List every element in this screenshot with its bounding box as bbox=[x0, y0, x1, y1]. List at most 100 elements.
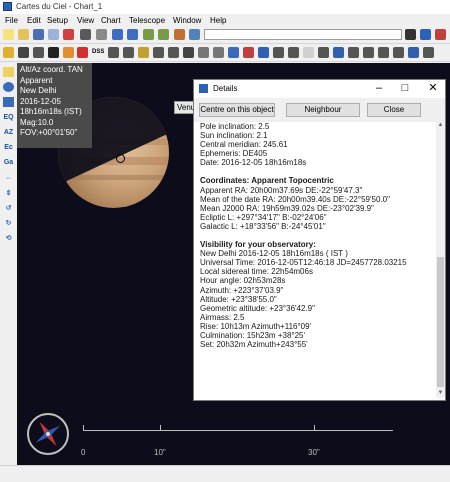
rotate-right-icon[interactable]: ↻ bbox=[3, 219, 14, 229]
flip-horizontal-icon[interactable]: ⇔ bbox=[3, 174, 14, 184]
label-icon[interactable] bbox=[108, 47, 119, 58]
nebula-icon[interactable] bbox=[63, 47, 74, 58]
rotate-icon[interactable] bbox=[189, 29, 200, 40]
scale-bar bbox=[83, 430, 393, 431]
gear-icon[interactable] bbox=[348, 47, 359, 58]
maximize-icon[interactable]: □ bbox=[396, 82, 414, 95]
details-line: Geometric altitude: +23°36'42.9" bbox=[200, 303, 315, 313]
menu-edit[interactable]: Edit bbox=[27, 16, 41, 25]
sun-icon[interactable] bbox=[63, 29, 74, 40]
compass-icon[interactable] bbox=[228, 47, 239, 58]
menu-window[interactable]: Window bbox=[173, 16, 201, 25]
alt-grid-icon[interactable] bbox=[213, 47, 224, 58]
night-icon[interactable] bbox=[393, 47, 404, 58]
save-icon[interactable] bbox=[33, 29, 44, 40]
alpha-icon[interactable] bbox=[333, 47, 344, 58]
details-line bbox=[200, 231, 430, 240]
flip-vertical-icon[interactable]: ⇕ bbox=[3, 189, 14, 199]
location-icon[interactable] bbox=[435, 29, 446, 40]
compass-rose-icon bbox=[27, 413, 69, 455]
horizon-icon[interactable] bbox=[243, 47, 254, 58]
measure-icon[interactable] bbox=[33, 47, 44, 58]
details-dialog: Details – □ ✕ Centre on this object Neig… bbox=[193, 79, 446, 401]
scroll-thumb[interactable] bbox=[437, 257, 444, 387]
redo-icon[interactable] bbox=[127, 29, 138, 40]
dialog-title: Details bbox=[213, 84, 238, 93]
ga-button[interactable]: Ga bbox=[3, 158, 14, 168]
close-icon[interactable]: ✕ bbox=[424, 82, 442, 95]
menu-file[interactable]: File bbox=[5, 16, 18, 25]
target-icon[interactable] bbox=[3, 97, 14, 107]
new-chart-icon[interactable] bbox=[3, 29, 14, 40]
milkyway-icon[interactable] bbox=[183, 47, 194, 58]
dialog-titlebar: Details – □ ✕ bbox=[194, 80, 445, 98]
details-line: Central meridian: 245.61 bbox=[200, 140, 288, 150]
center-object-button[interactable]: Centre on this object bbox=[199, 103, 275, 117]
flip-icon[interactable] bbox=[174, 29, 185, 40]
transparent-icon[interactable] bbox=[363, 47, 374, 58]
anchor-icon[interactable] bbox=[423, 47, 434, 58]
refresh-icon[interactable]: ⟲ bbox=[3, 234, 14, 244]
wand-icon[interactable] bbox=[303, 47, 314, 58]
sun-icon-left[interactable] bbox=[3, 67, 14, 77]
menu-chart[interactable]: Chart bbox=[101, 16, 121, 25]
details-line: Mean J2000 RA: 19h59m39.02s DE:-23°02'39… bbox=[200, 203, 374, 213]
info-apparent: Apparent bbox=[20, 75, 53, 85]
ec-button[interactable]: Ec bbox=[3, 143, 14, 153]
window-titlebar: Cartes du Ciel - Chart_1 bbox=[0, 0, 450, 14]
undo-icon[interactable] bbox=[112, 29, 123, 40]
print-icon[interactable] bbox=[48, 29, 59, 40]
details-line: Coordinates: Apparent Topocentric bbox=[200, 176, 334, 186]
dialog-icon bbox=[199, 84, 208, 93]
open-folder-icon[interactable] bbox=[18, 29, 29, 40]
minimize-icon[interactable]: – bbox=[370, 82, 388, 95]
menu-help[interactable]: Help bbox=[210, 16, 226, 25]
menu-telescope[interactable]: Telescope bbox=[129, 16, 165, 25]
info-location: New Delhi bbox=[20, 86, 57, 95]
details-line: Culmination: 15h23m +38°25' bbox=[200, 330, 306, 340]
copy-icon[interactable] bbox=[96, 29, 107, 40]
menu-setup[interactable]: Setup bbox=[47, 16, 68, 25]
dialog-scrollbar[interactable]: ▲ ▼ bbox=[436, 122, 445, 398]
details-line: Mean of the date RA: 20h00m39.40s DE:-22… bbox=[200, 194, 390, 204]
planet-icon[interactable] bbox=[77, 47, 88, 58]
eye-icon[interactable] bbox=[378, 47, 389, 58]
telescope-icon[interactable] bbox=[408, 47, 419, 58]
eq-button[interactable]: EQ bbox=[3, 113, 14, 123]
binoculars-icon[interactable] bbox=[405, 29, 416, 40]
asteroid-icon[interactable] bbox=[273, 47, 284, 58]
chart-info-box: Alt/Az coord. TAN Apparent New Delhi 201… bbox=[17, 63, 92, 148]
details-line: Set: 20h32m Azimuth+243°55' bbox=[200, 340, 308, 350]
scroll-down-icon[interactable]: ▼ bbox=[437, 390, 444, 396]
mark-icon[interactable] bbox=[318, 47, 329, 58]
rotate-left-icon[interactable]: ↺ bbox=[3, 204, 14, 214]
details-line: Azimuth: +223°37'03.9" bbox=[200, 285, 284, 295]
app-icon bbox=[3, 2, 12, 11]
dss-button[interactable]: DSS bbox=[92, 49, 104, 55]
boundary-icon[interactable] bbox=[168, 47, 179, 58]
search-field[interactable] bbox=[204, 29, 402, 40]
eq-grid-icon[interactable] bbox=[198, 47, 209, 58]
zoom-out-icon[interactable] bbox=[158, 29, 169, 40]
constellation-icon[interactable] bbox=[123, 47, 134, 58]
calendar-icon[interactable] bbox=[420, 29, 431, 40]
details-line: Universal Time: 2016-12-05T12:46:18 JD=2… bbox=[200, 258, 407, 268]
neighbour-button[interactable]: Neighbour bbox=[286, 103, 360, 117]
comet-icon[interactable] bbox=[288, 47, 299, 58]
pointer-icon[interactable] bbox=[18, 47, 29, 58]
select-icon[interactable] bbox=[3, 47, 14, 58]
grid-icon[interactable] bbox=[138, 47, 149, 58]
cut-icon[interactable] bbox=[80, 29, 91, 40]
line-icon[interactable] bbox=[153, 47, 164, 58]
close-button[interactable]: Close bbox=[367, 103, 421, 117]
globe-icon[interactable] bbox=[3, 82, 14, 92]
details-line bbox=[200, 167, 430, 176]
menu-view[interactable]: View bbox=[77, 16, 94, 25]
zoom-in-icon[interactable] bbox=[143, 29, 154, 40]
main-toolbar bbox=[0, 27, 450, 44]
star-icon[interactable] bbox=[48, 47, 59, 58]
scale-tick bbox=[314, 425, 315, 431]
ecliptic-icon[interactable] bbox=[258, 47, 269, 58]
az-button[interactable]: AZ bbox=[3, 128, 14, 138]
scroll-up-icon[interactable]: ▲ bbox=[437, 122, 444, 128]
